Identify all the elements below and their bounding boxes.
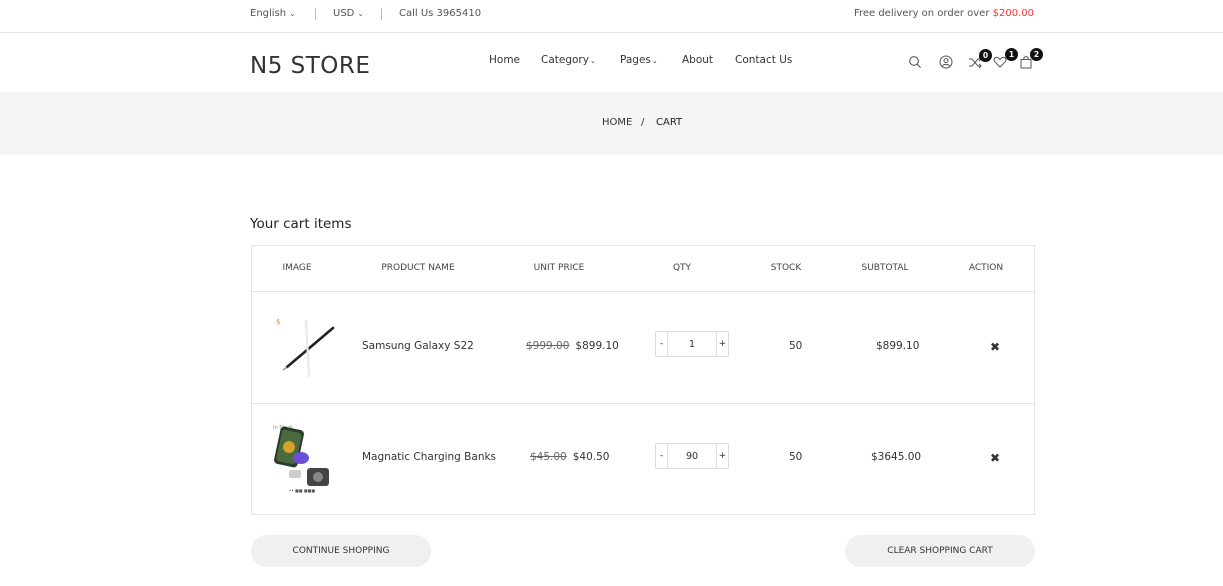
cart-table: IMAGE PRODUCT NAME UNIT PRICE QTY STOCK … <box>251 245 1035 515</box>
stylus-pen-image[interactable]: $ <box>271 312 341 384</box>
cart-count-badge: 2 <box>1030 48 1043 61</box>
chevron-down-icon: ⌄ <box>651 57 658 65</box>
breadcrumb-home[interactable]: HOME <box>602 117 632 128</box>
qty-input[interactable]: 1 <box>668 339 716 350</box>
delivery-text: Free delivery on order over <box>853 8 990 19</box>
language-label: English <box>250 8 287 19</box>
chevron-down-icon: ⌄ <box>289 9 296 18</box>
product-name[interactable]: Magnatic Charging Banks <box>362 451 496 463</box>
delivery-amount: $200.00 <box>992 8 1034 19</box>
divider <box>315 8 316 20</box>
old-price: $45.00 <box>530 451 567 463</box>
breadcrumb-current: CART <box>656 117 683 128</box>
qty-increase-button[interactable]: + <box>716 444 728 468</box>
phone-text: Call Us 3965410 <box>399 8 482 19</box>
clear-cart-button[interactable]: CLEAR SHOPPING CART <box>845 535 1035 567</box>
language-selector[interactable]: English ⌄ <box>250 8 296 19</box>
qty-decrease-button[interactable]: - <box>656 332 668 356</box>
qty-increase-button[interactable]: + <box>716 332 728 356</box>
currency-selector[interactable]: USD ⌄ <box>333 8 364 19</box>
old-price: $999.00 <box>526 340 570 352</box>
column-header-action: ACTION <box>968 263 1004 273</box>
current-price: $40.50 <box>572 451 610 463</box>
nav-pages-label: Pages <box>620 54 651 66</box>
current-price: $899.10 <box>575 340 619 352</box>
quantity-stepper[interactable]: - 90 + <box>655 443 729 469</box>
divider <box>381 8 382 20</box>
column-header-product-name: PRODUCT NAME <box>381 263 455 273</box>
divider <box>252 403 1034 404</box>
continue-shopping-button[interactable]: CONTINUE SHOPPING <box>251 535 431 567</box>
qty-decrease-button[interactable]: - <box>656 444 668 468</box>
qty-input[interactable]: 90 <box>668 451 716 462</box>
svg-text:•• ■■ ■■■: •• ■■ ■■■ <box>289 488 315 493</box>
stock-value: 50 <box>789 340 803 352</box>
column-header-image: IMAGE <box>282 263 312 273</box>
search-icon[interactable] <box>907 54 923 70</box>
nav-home[interactable]: Home <box>489 54 520 68</box>
subtotal-value: $899.10 <box>876 340 920 352</box>
delivery-notice: Free delivery on order over $200.00 <box>854 8 1034 19</box>
wishlist-count-badge: 1 <box>1005 48 1018 61</box>
column-header-subtotal: SUBTOTAL <box>861 263 909 273</box>
column-header-qty: QTY <box>672 263 692 273</box>
quantity-stepper[interactable]: - 1 + <box>655 331 729 357</box>
nav-contact[interactable]: Contact Us <box>735 54 792 68</box>
svg-text:$: $ <box>276 318 280 326</box>
nav-pages[interactable]: Pages⌄ <box>620 54 658 68</box>
subtotal-value: $3645.00 <box>871 451 922 463</box>
remove-item-icon[interactable]: ✖ <box>990 340 1000 354</box>
column-header-unit-price: UNIT PRICE <box>533 263 585 273</box>
store-logo[interactable]: N5 STORE <box>250 53 370 79</box>
nav-category[interactable]: Category⌄ <box>541 54 596 68</box>
user-icon[interactable] <box>938 54 954 70</box>
nav-about[interactable]: About <box>682 54 713 68</box>
unit-price: $999.00 $899.10 <box>526 340 619 352</box>
top-bar: English ⌄ USD ⌄ Call Us 3965410 Free deliv… <box>0 0 1223 33</box>
chevron-down-icon: ⌄ <box>357 9 365 18</box>
divider <box>252 291 1034 292</box>
stock-value: 50 <box>789 451 803 463</box>
remove-item-icon[interactable]: ✖ <box>990 451 1000 465</box>
compare-count-badge: 0 <box>979 49 992 62</box>
cart-title: Your cart items <box>250 216 352 232</box>
column-header-stock: STOCK <box>770 263 802 273</box>
charging-stand-image[interactable]: In Stock •• ■■ ■■■ <box>271 422 341 494</box>
nav-category-label: Category <box>541 54 589 66</box>
unit-price: $45.00 $40.50 <box>530 451 610 463</box>
product-name[interactable]: Samsung Galaxy S22 <box>362 340 474 352</box>
chevron-down-icon: ⌄ <box>589 57 596 65</box>
currency-label: USD <box>333 8 355 19</box>
breadcrumb-separator: / <box>641 117 645 128</box>
